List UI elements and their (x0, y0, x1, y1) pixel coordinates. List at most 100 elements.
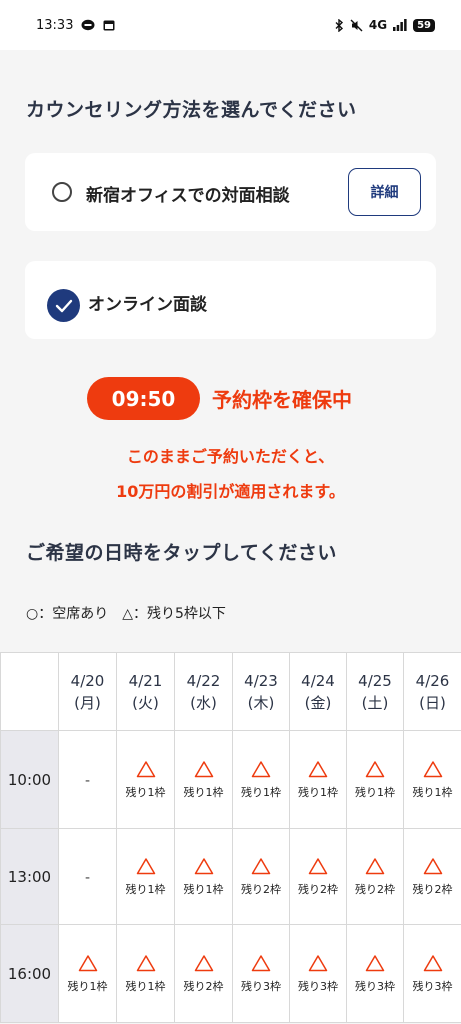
remaining-slots: 残り2枠 (298, 882, 338, 896)
triangle-icon (78, 954, 97, 971)
time-label: 16:00 (0, 924, 59, 1023)
triangle-icon (194, 760, 213, 777)
weekday-label: (木) (247, 693, 275, 712)
option-card-office[interactable]: 新宿オフィスでの対面相談 詳細 (25, 153, 436, 231)
triangle-icon (251, 760, 271, 777)
slot-cell[interactable]: 残り2枠 (346, 828, 404, 925)
slot-cell[interactable]: 残り1枠 (403, 730, 461, 829)
slot-cell[interactable]: 残り1枠 (116, 730, 175, 829)
triangle-icon (423, 857, 442, 874)
remaining-slots: 残り1枠 (183, 882, 224, 896)
date-header-1: 4/21 (火) (116, 652, 175, 731)
bluetooth-icon (335, 18, 344, 32)
remaining-slots: 残り3枠 (241, 979, 281, 993)
time-row: 10:00 - 残り1枠 残り1枠 残り1枠 残り1枠 残り1枠 残り1枠 (0, 730, 461, 829)
date-header-6: 4/26 (日) (403, 652, 461, 731)
date-label: 4/22 (186, 671, 221, 690)
battery-icon: 59 (413, 18, 435, 32)
triangle-icon (194, 954, 213, 971)
remaining-slots: 残り1枠 (355, 785, 395, 799)
weekday-label: (火) (132, 693, 159, 712)
signal-icon (393, 19, 407, 31)
slot-unavailable: - (58, 828, 117, 925)
corner-cell (0, 652, 59, 731)
remaining-slots: 残り1枠 (298, 785, 338, 799)
option-label-online: オンライン面談 (88, 295, 207, 315)
radio-unchecked-icon[interactable] (52, 182, 72, 202)
remaining-slots: 残り1枠 (67, 979, 108, 993)
line-app-icon (81, 19, 95, 32)
triangle-icon (423, 954, 442, 971)
method-section-title: カウンセリング方法を選んでください (26, 99, 357, 121)
triangle-icon (308, 857, 328, 874)
date-header-4: 4/24 (金) (289, 652, 347, 731)
remaining-slots: 残り3枠 (298, 979, 338, 993)
slot-unavailable: - (58, 730, 117, 829)
slot-cell[interactable]: 残り3枠 (403, 924, 461, 1023)
slot-cell[interactable]: 残り1枠 (174, 730, 233, 829)
date-label: 4/25 (358, 671, 392, 690)
date-header-row: 4/20 (月) 4/21 (火) 4/22 (水) 4/23 (木) 4/24 (金) 4/25 (… (0, 652, 461, 731)
remaining-slots: 残り1枠 (125, 785, 166, 799)
date-label: 4/21 (128, 671, 163, 690)
weekday-label: (土) (361, 693, 389, 712)
slot-cell[interactable]: 残り1枠 (58, 924, 117, 1023)
date-header-3: 4/23 (木) (232, 652, 290, 731)
weekday-label: (水) (190, 693, 217, 712)
remaining-slots: 残り1枠 (412, 785, 453, 799)
option-card-online[interactable]: オンライン面談 (25, 261, 436, 339)
remaining-slots: 残り3枠 (412, 979, 453, 993)
triangle-icon (365, 954, 385, 971)
slot-cell[interactable]: 残り1枠 (346, 730, 404, 829)
option-label-office: 新宿オフィスでの対面相談 (86, 186, 290, 206)
date-label: 4/24 (301, 671, 335, 690)
triangle-icon (423, 760, 442, 777)
slot-cell[interactable]: 残り1枠 (116, 924, 175, 1023)
date-header-0: 4/20 (月) (58, 652, 117, 731)
slot-cell[interactable]: 残り3枠 (346, 924, 404, 1023)
remaining-slots: 残り3枠 (355, 979, 395, 993)
status-bar: 13:33 4G 59 (0, 0, 461, 50)
status-time: 13:33 (36, 17, 74, 33)
remaining-slots: 残り2枠 (183, 979, 224, 993)
time-label: 13:00 (0, 828, 59, 925)
slot-cell[interactable]: 残り1枠 (289, 730, 347, 829)
schedule-table: 4/20 (月) 4/21 (火) 4/22 (水) 4/23 (木) 4/24 (金) 4/25 (… (0, 652, 461, 1023)
radio-checked-icon[interactable] (47, 289, 80, 322)
datetime-section-title: ご希望の日時をタップしてください (26, 542, 337, 564)
calendar-icon (103, 19, 115, 31)
date-label: 4/20 (70, 671, 105, 690)
reservation-status: 予約枠を確保中 (212, 388, 352, 412)
triangle-icon (136, 954, 155, 971)
slot-cell[interactable]: 残り2枠 (232, 828, 290, 925)
availability-legend: ○：空席あり △：残り5枠以下 (26, 606, 226, 622)
slot-cell[interactable]: 残り1枠 (116, 828, 175, 925)
slot-cell[interactable]: 残り2枠 (289, 828, 347, 925)
slot-cell[interactable]: 残り1枠 (232, 730, 290, 829)
weekday-label: (月) (74, 693, 101, 712)
slot-cell[interactable]: 残り3枠 (232, 924, 290, 1023)
remaining-slots: 残り1枠 (125, 882, 166, 896)
triangle-icon (251, 857, 271, 874)
detail-button[interactable]: 詳細 (348, 168, 421, 216)
remaining-slots: 残り1枠 (125, 979, 166, 993)
triangle-icon (251, 954, 271, 971)
date-header-5: 4/25 (土) (346, 652, 404, 731)
triangle-icon (136, 760, 155, 777)
triangle-icon (308, 954, 328, 971)
slot-cell[interactable]: 残り3枠 (289, 924, 347, 1023)
date-header-2: 4/22 (水) (174, 652, 233, 731)
slot-cell[interactable]: 残り2枠 (174, 924, 233, 1023)
triangle-icon (308, 760, 328, 777)
weekday-label: (日) (419, 693, 446, 712)
triangle-icon (194, 857, 213, 874)
date-label: 4/23 (244, 671, 278, 690)
slot-cell[interactable]: 残り2枠 (403, 828, 461, 925)
date-label: 4/26 (415, 671, 450, 690)
countdown-timer: 09:50 (87, 377, 200, 420)
triangle-icon (136, 857, 155, 874)
slot-cell[interactable]: 残り1枠 (174, 828, 233, 925)
unavailable-mark: - (84, 870, 91, 886)
promo-line-1: このままご予約いただくと、 (126, 447, 335, 466)
remaining-slots: 残り2枠 (241, 882, 281, 896)
